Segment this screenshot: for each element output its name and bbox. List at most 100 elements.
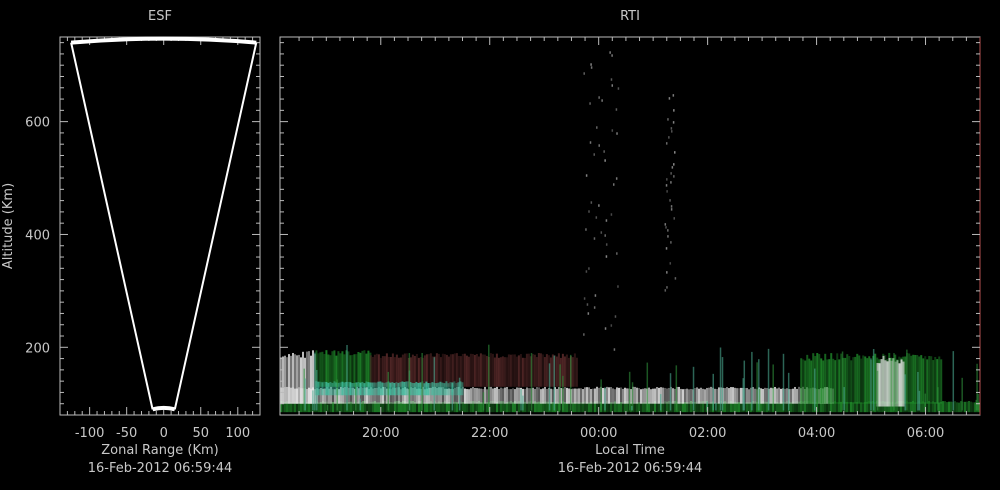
rti-echo-column bbox=[914, 402, 916, 413]
rti-echo-column bbox=[762, 388, 764, 404]
rti-echo-column bbox=[778, 387, 780, 404]
rti-echo-column bbox=[766, 388, 768, 404]
rti-echo-column bbox=[365, 381, 368, 396]
rti-echo-column bbox=[526, 402, 528, 413]
rti-streak bbox=[758, 388, 761, 411]
rti-echo-column bbox=[822, 360, 825, 404]
rti-plume-speckle bbox=[585, 270, 588, 273]
rti-echo-column bbox=[578, 402, 580, 413]
rti-echo-column bbox=[498, 389, 500, 404]
rti-echo-column bbox=[371, 382, 374, 396]
rti-x-tick-label: 02:00 bbox=[689, 426, 726, 441]
rti-echo-column bbox=[578, 388, 580, 404]
rti-echo-column bbox=[377, 381, 380, 396]
rti-streak bbox=[659, 394, 662, 411]
rti-echo-column bbox=[920, 355, 923, 404]
rti-plume-speckle bbox=[670, 127, 673, 130]
rti-plume-speckle bbox=[615, 177, 618, 180]
esf-y-tick-label: 400 bbox=[25, 228, 50, 243]
rti-echo-column bbox=[708, 402, 710, 413]
rti-echo-column bbox=[437, 382, 440, 396]
rti-echo-column bbox=[902, 361, 905, 407]
rti-plume-speckle bbox=[672, 121, 675, 124]
rti-echo-column bbox=[736, 402, 738, 413]
rti-echo-column bbox=[896, 360, 899, 407]
rti-streak bbox=[433, 357, 436, 411]
rti-plume-speckle bbox=[666, 178, 668, 181]
rti-echo-column bbox=[688, 389, 690, 404]
rti-echo-column bbox=[642, 402, 644, 413]
rti-echo-column bbox=[527, 353, 530, 387]
rti-echo-column bbox=[602, 387, 604, 404]
rti-echo-column bbox=[740, 387, 742, 404]
rti-streak bbox=[314, 352, 316, 411]
rti-echo-column bbox=[426, 402, 428, 413]
rti-echo-column bbox=[563, 356, 566, 387]
rti-echo-column bbox=[478, 388, 480, 404]
rti-echo-column bbox=[702, 388, 704, 404]
rti-echo-column bbox=[690, 388, 692, 404]
rti-echo-column bbox=[790, 389, 792, 404]
rti-echo-column bbox=[288, 354, 290, 404]
rti-echo-column bbox=[480, 388, 482, 404]
rti-echo-column bbox=[341, 351, 344, 387]
rti-echo-column bbox=[359, 352, 362, 387]
rti-streak bbox=[715, 402, 717, 411]
rti-echo-column bbox=[574, 388, 576, 404]
rti-plume-speckle bbox=[583, 333, 585, 336]
rti-streak bbox=[843, 387, 845, 411]
rti-echo-column bbox=[618, 387, 620, 404]
rti-echo-column bbox=[282, 356, 284, 404]
rti-echo-column bbox=[834, 360, 837, 404]
rti-streak bbox=[692, 366, 695, 411]
rti-echo-column bbox=[888, 357, 891, 407]
rti-echo-column bbox=[423, 383, 426, 396]
rti-echo-column bbox=[662, 387, 664, 404]
rti-echo-column bbox=[920, 402, 922, 413]
rti-echo-column bbox=[964, 401, 966, 413]
rti-plume-speckle bbox=[585, 228, 587, 231]
rti-echo-column bbox=[764, 387, 766, 404]
rti-echo-column bbox=[376, 402, 378, 413]
rti-streak bbox=[904, 374, 906, 411]
rti-echo-column bbox=[666, 388, 668, 404]
rti-echo-column bbox=[429, 382, 432, 396]
rti-echo-column bbox=[507, 354, 510, 387]
rti-echo-column bbox=[286, 357, 288, 404]
rti-echo-column bbox=[436, 402, 438, 413]
rti-streak bbox=[767, 348, 770, 411]
rti-echo-column bbox=[373, 382, 376, 396]
rti-streak bbox=[359, 398, 361, 411]
rti-streak bbox=[569, 354, 572, 411]
rti-streak bbox=[600, 379, 602, 411]
rti-echo-column bbox=[383, 356, 386, 387]
rti-echo-column bbox=[512, 388, 514, 404]
rti-echo-column bbox=[824, 402, 826, 413]
rti-echo-column bbox=[427, 383, 430, 396]
rti-echo-column bbox=[862, 402, 864, 413]
rti-echo-column bbox=[848, 356, 851, 404]
rti-echo-column bbox=[908, 353, 911, 404]
rti-echo-column bbox=[355, 354, 358, 387]
rti-echo-column bbox=[425, 381, 428, 396]
rti-plume-speckle bbox=[617, 285, 619, 288]
rti-echo-column bbox=[363, 350, 366, 387]
rti-echo-column bbox=[638, 388, 640, 404]
rti-echo-column bbox=[447, 383, 450, 396]
rti-streak bbox=[530, 353, 533, 411]
rti-echo-column bbox=[668, 387, 670, 404]
rti-plume-speckle bbox=[668, 136, 670, 139]
rti-plume-speckle bbox=[669, 199, 671, 202]
rti-echo-column bbox=[367, 382, 370, 396]
rti-plume-speckle bbox=[667, 118, 669, 121]
rti-echo-column bbox=[544, 386, 546, 404]
rti-echo-column bbox=[300, 402, 302, 413]
rti-echo-column bbox=[319, 381, 322, 396]
rti-echo-column bbox=[792, 388, 794, 404]
rti-echo-column bbox=[828, 359, 831, 404]
rti-timestamp: 16-Feb-2012 06:59:44 bbox=[558, 461, 703, 476]
rti-echo-column bbox=[682, 389, 684, 404]
rti-echo-column bbox=[882, 355, 885, 407]
rti-echo-column bbox=[573, 353, 576, 387]
rti-echo-column bbox=[395, 354, 398, 387]
